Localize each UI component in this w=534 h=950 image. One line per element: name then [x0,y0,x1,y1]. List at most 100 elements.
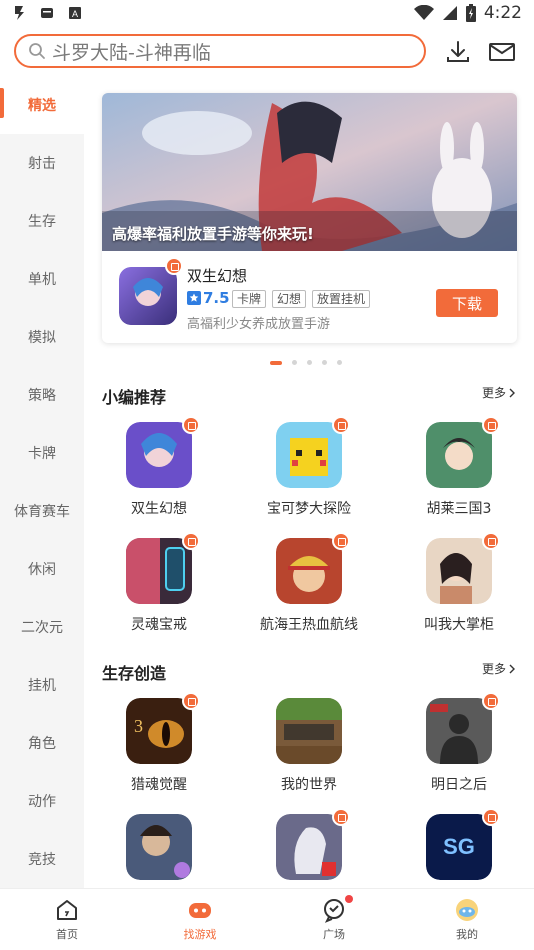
gift-badge-icon [332,808,350,826]
game-tile[interactable] [94,814,224,888]
nav-label: 我的 [456,928,478,941]
nav-find-games[interactable]: 找游戏 [155,897,245,942]
signal-icon [442,6,457,20]
sidebar-item-label: 卡牌 [28,446,56,462]
game-tile[interactable]: 灵魂宝戒 [94,532,224,648]
carousel-dot-active[interactable] [270,360,282,365]
chevron-right-icon [509,388,516,397]
sidebar-item-label: 竞技 [28,852,56,868]
carousel-dot[interactable] [307,360,312,365]
game-tile[interactable]: 3 猎魂觉醒 [94,692,224,808]
game-tile[interactable]: 双生幻想 [94,416,224,532]
sidebar-item-label: 角色 [28,736,56,752]
sidebar-item-label: 精选 [28,98,56,114]
carousel-dot[interactable] [292,360,297,365]
gift-badge-icon [182,532,200,550]
banner-game-score: 7.5 [203,289,230,307]
game-tile[interactable]: 胡莱三国3 [394,416,524,532]
notification-dot [345,895,353,903]
bottom-navigation: 首页 找游戏 广场 我的 [0,888,534,950]
sidebar-item-anime[interactable]: 二次元 [0,598,84,656]
game-tile[interactable] [244,808,374,888]
sidebar-item-card[interactable]: 卡牌 [0,424,84,482]
home-icon [57,900,77,920]
sidebar-item-featured[interactable]: 精选 [0,76,84,134]
battery-icon [465,4,476,22]
game-tile[interactable]: 宝可梦大探险 [244,416,374,532]
sidebar-item-competitive[interactable]: 竞技 [0,830,84,888]
sidebar-item-label: 生存 [28,214,56,230]
sidebar-item-label: 策略 [28,388,56,404]
notification-font-icon: A [69,7,81,19]
game-icon [276,538,342,604]
sidebar-item-single-player[interactable]: 单机 [0,250,84,308]
section-title-editor-picks: 小编推荐 [102,388,167,407]
game-name: 胡莱三国3 [426,501,492,517]
sidebar-item-casual[interactable]: 休闲 [0,540,84,598]
download-icon[interactable] [444,38,472,66]
gift-badge-icon [182,692,200,710]
mail-icon[interactable] [488,38,516,66]
gift-badge-icon [332,532,350,550]
nav-plaza[interactable]: 广场 [289,895,379,942]
category-sidebar: 精选 射击 生存 单机 模拟 策略 卡牌 体育赛车 休闲 二次元 挂机 角色 动… [0,76,84,888]
game-icon [276,814,342,880]
svg-text:A: A [72,9,78,19]
nav-home[interactable]: 首页 [22,897,112,942]
game-tile[interactable]: 明日之后 [394,692,524,808]
status-time: 4:22 [483,3,522,23]
sidebar-item-label: 动作 [28,794,56,810]
sidebar-item-label: 模拟 [28,330,56,346]
gamepad-icon [189,903,211,918]
download-button-label: 下载 [451,294,482,313]
game-name: 航海王热血航线 [260,617,358,633]
wifi-icon [413,5,434,20]
game-tile[interactable]: 叫我大掌柜 [394,532,524,648]
banner-game-row[interactable]: 双生幻想 7.5 卡牌 幻想 放置挂机 高福利少女养成放置手游 下载 [102,251,517,343]
sidebar-item-idle[interactable]: 挂机 [0,656,84,714]
gift-badge-icon [182,416,200,434]
sidebar-item-simulation[interactable]: 模拟 [0,308,84,366]
game-tile[interactable]: 我的世界 [244,698,374,808]
sidebar-item-label: 休闲 [28,562,56,578]
game-icon: SG [426,814,492,880]
search-placeholder: 斗罗大陆-斗神再临 [52,41,211,64]
game-tag: 放置挂机 [312,290,371,308]
chat-bubble-icon [324,899,344,923]
svg-text:3: 3 [134,716,143,736]
section-more-link[interactable]: 更多 [482,660,516,677]
more-label: 更多 [482,662,507,676]
game-icon [276,422,342,488]
game-name: 我的世界 [281,777,337,793]
gift-badge-icon [165,257,183,275]
profile-icon [456,899,478,921]
notification-message-icon [41,8,53,18]
game-icon: 3 [126,698,192,764]
carousel-indicator [270,360,342,365]
section-more-link[interactable]: 更多 [482,384,516,401]
status-bar: A 4:22 [0,0,534,28]
sidebar-item-action[interactable]: 动作 [0,772,84,830]
svg-text:SG: SG [443,834,475,859]
sidebar-item-sports-racing[interactable]: 体育赛车 [0,482,84,540]
sidebar-item-strategy[interactable]: 策略 [0,366,84,424]
game-name: 猎魂觉醒 [131,777,187,793]
sidebar-item-survival[interactable]: 生存 [0,192,84,250]
nav-label: 广场 [323,928,345,941]
game-name: 宝可梦大探险 [267,501,351,517]
download-button[interactable]: 下载 [436,289,498,317]
main-content: 高爆率福利放置手游等你来玩! 双生幻想 7.5 卡牌 幻想 放置挂机 高福利少女… [84,76,534,888]
carousel-dot[interactable] [337,360,342,365]
game-tile[interactable]: 航海王热血航线 [244,532,374,648]
sidebar-item-label: 单机 [28,272,56,288]
featured-banner-card[interactable]: 高爆率福利放置手游等你来玩! 双生幻想 7.5 卡牌 幻想 放置挂机 高福利少女… [102,93,517,343]
game-tile[interactable]: SG [394,808,524,888]
sidebar-item-label: 体育赛车 [14,504,70,520]
search-bar[interactable]: 斗罗大陆-斗神再临 [14,34,426,68]
nav-profile[interactable]: 我的 [422,897,512,942]
sidebar-item-shooting[interactable]: 射击 [0,134,84,192]
sidebar-item-rpg[interactable]: 角色 [0,714,84,772]
carousel-dot[interactable] [322,360,327,365]
gift-badge-icon [482,692,500,710]
game-icon [126,538,192,604]
